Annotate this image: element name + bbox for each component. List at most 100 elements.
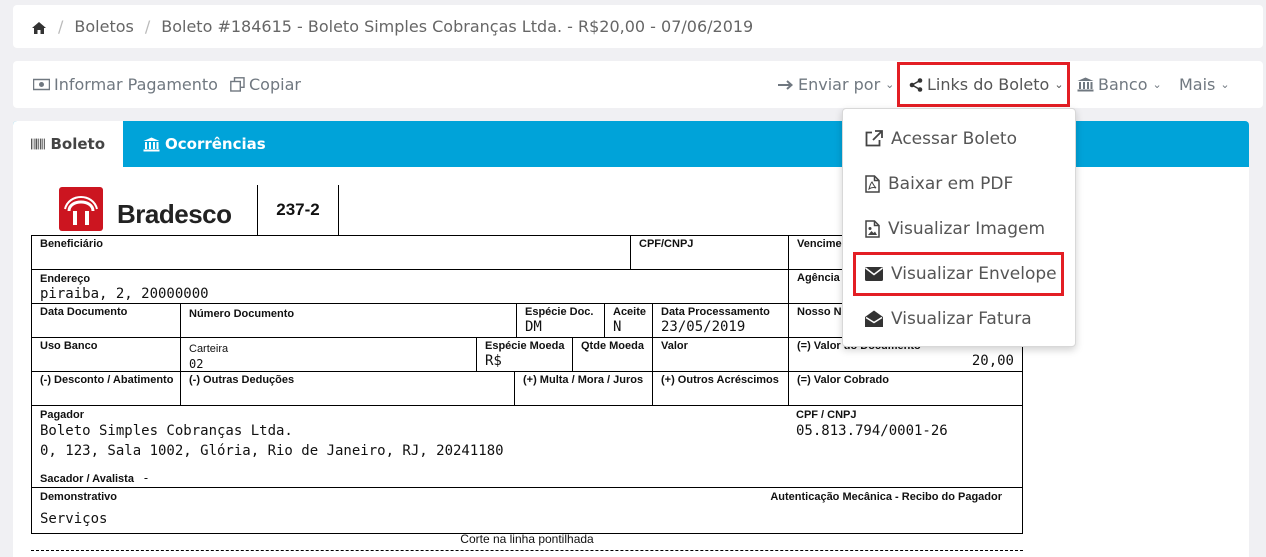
autenticacao-label: Autenticação Mecânica - Recibo do Pagado…	[770, 491, 1002, 503]
copiar-button[interactable]: Copiar	[230, 61, 301, 108]
demonstrativo-value: Serviços	[40, 511, 108, 527]
especie-doc-value: DM	[525, 319, 542, 335]
corte-label: Corte na linha pontilhada	[460, 532, 594, 546]
baixar-pdf-menu-item[interactable]: Baixar em PDF	[843, 161, 1075, 206]
pagador-cell: Pagador Boleto Simples Cobranças Ltda. 0…	[32, 406, 788, 487]
enviar-por-label: Enviar por	[798, 75, 881, 94]
money-icon	[33, 78, 50, 91]
visualizar-fatura-menu-item[interactable]: Visualizar Fatura	[843, 296, 1075, 341]
bank-icon	[143, 137, 160, 151]
beneficiario-cell: Beneficiário	[32, 236, 630, 269]
visualizar-envelope-highlight	[853, 252, 1064, 296]
valor-cell: Valor	[652, 338, 788, 371]
desconto-label: (-) Desconto / Abatimento	[40, 374, 174, 386]
banco-label: Banco	[1098, 75, 1148, 94]
cpf-cnpj-label: CPF/CNPJ	[639, 238, 694, 250]
tab-boleto[interactable]: Boleto	[13, 121, 123, 167]
valor-cobrado-cell: (=) Valor Cobrado	[788, 372, 1022, 405]
acessar-boleto-label: Acessar Boleto	[891, 128, 1017, 149]
breadcrumb-boletos-link[interactable]: Boletos	[74, 17, 133, 36]
home-icon[interactable]	[31, 20, 47, 34]
aceite-value: N	[613, 319, 622, 335]
qtde-moeda-label: Qtde Moeda	[581, 340, 644, 352]
informar-pagamento-button[interactable]: Informar Pagamento	[33, 61, 218, 108]
informar-pagamento-label: Informar Pagamento	[54, 75, 218, 94]
demonstrativo-row: Demonstrativo Serviços Autenticação Mecâ…	[32, 488, 1022, 533]
pagador-row: Pagador Boleto Simples Cobranças Ltda. 0…	[32, 406, 1022, 488]
valor-documento-value: 20,00	[971, 353, 1014, 369]
data-processamento-label: Data Processamento	[661, 306, 770, 318]
copiar-label: Copiar	[249, 75, 301, 94]
carteira-value: 02	[189, 357, 204, 371]
especie-doc-cell: Espécie Doc. DM	[516, 304, 604, 337]
aceite-cell: Aceite N	[604, 304, 652, 337]
boleto-row: (-) Desconto / Abatimento (-) Outras Ded…	[32, 372, 1022, 406]
breadcrumb-current: Boleto #184615 - Boleto Simples Cobrança…	[161, 17, 754, 36]
outras-deducoes-cell: (-) Outras Deduções	[180, 372, 514, 405]
envelope-open-icon	[865, 310, 883, 327]
mais-dropdown[interactable]: Mais ⌄	[1179, 61, 1230, 108]
enviar-por-dropdown[interactable]: Enviar por ⌄	[777, 61, 894, 108]
sacador-line: Sacador / Avalista -	[40, 469, 780, 487]
endereco-value: piraiba, 2, 20000000	[40, 286, 209, 302]
chevron-down-icon: ⌄	[1152, 78, 1162, 91]
numero-documento-cell: Número Documento	[180, 304, 516, 337]
outros-acrescimos-label: (+) Outros Acréscimos	[661, 374, 779, 386]
external-link-icon	[865, 130, 883, 147]
demonstrativo-cell: Demonstrativo Serviços	[32, 488, 632, 533]
acessar-boleto-menu-item[interactable]: Acessar Boleto	[843, 116, 1075, 161]
outras-deducoes-label: (-) Outras Deduções	[189, 374, 295, 386]
autenticacao-cell: Autenticação Mecânica - Recibo do Pagado…	[632, 488, 1022, 533]
visualizar-imagem-label: Visualizar Imagem	[888, 218, 1046, 239]
bank-code: 237-2	[257, 185, 339, 235]
endereco-cell: Endereço piraiba, 2, 20000000	[32, 270, 788, 303]
baixar-pdf-label: Baixar em PDF	[888, 173, 1014, 194]
multa-label: (+) Multa / Mora / Juros	[523, 374, 644, 386]
chevron-down-icon: ⌄	[1220, 78, 1230, 91]
pagador-name: Boleto Simples Cobranças Ltda.	[40, 423, 293, 439]
especie-doc-label: Espécie Doc.	[525, 306, 594, 318]
cut-line	[31, 550, 1023, 551]
toolbar: Informar Pagamento Copiar Enviar por ⌄ L…	[13, 61, 1263, 108]
mais-label: Mais	[1179, 75, 1216, 94]
aceite-label: Aceite	[613, 306, 647, 318]
valor-cobrado-label: (=) Valor Cobrado	[797, 374, 889, 386]
links-do-boleto-highlight	[897, 62, 1070, 107]
bank-name: Bradesco	[117, 199, 232, 229]
especie-moeda-label: Espécie Moeda	[485, 340, 565, 352]
bradesco-logo-icon	[59, 187, 103, 231]
bank-icon	[1077, 77, 1094, 92]
numero-documento-label: Número Documento	[189, 308, 295, 320]
barcode-icon	[31, 138, 46, 150]
arrow-right-icon	[778, 79, 794, 90]
especie-moeda-cell: Espécie Moeda R$	[476, 338, 572, 371]
desconto-cell: (-) Desconto / Abatimento	[32, 372, 180, 405]
uso-banco-cell: Uso Banco	[32, 338, 180, 371]
chevron-down-icon: ⌄	[885, 78, 895, 91]
demonstrativo-label: Demonstrativo	[40, 491, 118, 503]
tab-boleto-label: Boleto	[50, 135, 105, 153]
pagador-cpf-cell: CPF / CNPJ 05.813.794/0001-26	[788, 406, 1022, 487]
beneficiario-label: Beneficiário	[40, 238, 103, 250]
data-documento-cell: Data Documento	[32, 304, 180, 337]
cpf-cnpj-cell: CPF/CNPJ	[630, 236, 788, 269]
visualizar-imagem-menu-item[interactable]: Visualizar Imagem	[843, 206, 1075, 251]
especie-moeda-value: R$	[485, 353, 502, 369]
banco-dropdown[interactable]: Banco ⌄	[1077, 61, 1162, 108]
image-file-icon	[865, 219, 880, 238]
uso-banco-label: Uso Banco	[40, 340, 98, 352]
data-documento-label: Data Documento	[40, 306, 128, 318]
tab-ocorrencias[interactable]: Ocorrências	[125, 121, 284, 167]
carteira-label: Carteira	[189, 343, 229, 355]
pagador-cpf-value: 05.813.794/0001-26	[796, 423, 948, 439]
qtde-moeda-cell: Qtde Moeda	[572, 338, 652, 371]
pdf-file-icon	[865, 174, 880, 193]
sacador-value: -	[142, 471, 150, 485]
data-processamento-value: 23/05/2019	[661, 319, 746, 335]
breadcrumb-separator: /	[144, 17, 151, 36]
data-processamento-cell: Data Processamento 23/05/2019	[652, 304, 788, 337]
links-do-boleto-menu: Acessar Boleto Baixar em PDF Visualizar …	[842, 108, 1076, 347]
pagador-address: 0, 123, Sala 1002, Glória, Rio de Janeir…	[40, 443, 504, 459]
pagador-cpf-label: CPF / CNPJ	[796, 409, 857, 421]
valor-label: Valor	[661, 340, 688, 352]
